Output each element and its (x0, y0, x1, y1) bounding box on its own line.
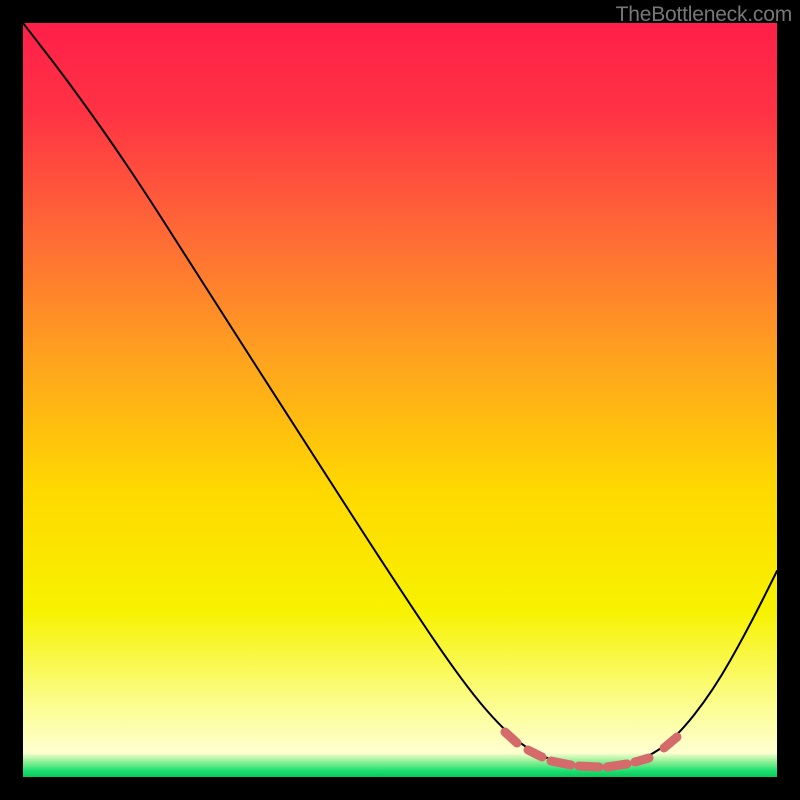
fit-zone-dash (607, 764, 627, 767)
fit-zone-dash (635, 758, 649, 762)
watermark-text: TheBottleneck.com (616, 3, 792, 27)
fit-zone-dash (579, 766, 599, 767)
chart-stage: TheBottleneck.com (0, 0, 800, 800)
bottleneck-plot (23, 23, 777, 777)
fit-zone-dash (528, 750, 542, 757)
fit-zone-dash (551, 761, 571, 765)
heatmap-background (23, 23, 777, 777)
